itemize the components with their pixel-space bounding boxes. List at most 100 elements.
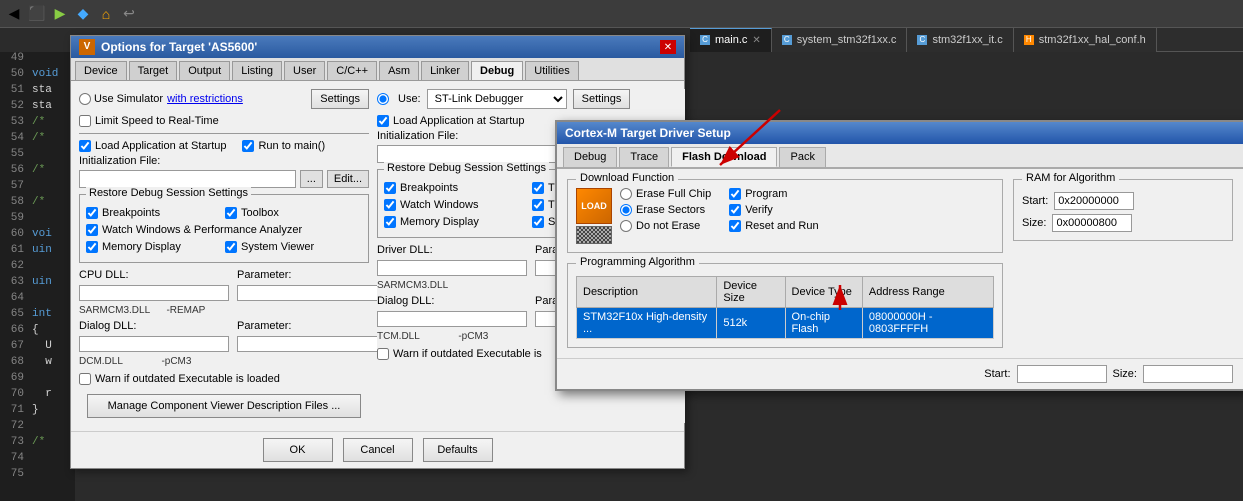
cortex-bottom-bar: Start: Size: xyxy=(557,358,1243,389)
memory-display-label: Memory Display xyxy=(102,241,181,253)
cortex-two-col: Download Function LOAD Erase Full Chip xyxy=(567,179,1233,348)
dialog-dll-input[interactable] xyxy=(79,336,229,352)
toolbox-check[interactable] xyxy=(225,207,237,219)
tab-linker[interactable]: Linker xyxy=(421,61,469,80)
erase-sectors-radio[interactable] xyxy=(620,204,632,216)
ram-size-row: Size: xyxy=(1022,214,1224,232)
right-load-app-check[interactable] xyxy=(377,115,389,127)
breakpoints-label: Breakpoints xyxy=(102,207,160,219)
right-watch-t-check[interactable] xyxy=(532,199,544,211)
run-to-main-label: Run to main() xyxy=(258,140,325,152)
right-memory-check[interactable] xyxy=(384,216,396,228)
cortex-size-input[interactable] xyxy=(1143,365,1233,383)
tab-output[interactable]: Output xyxy=(179,61,230,80)
with-restrictions-link[interactable]: with restrictions xyxy=(167,93,243,105)
tab-user[interactable]: User xyxy=(284,61,325,80)
right-t-check[interactable] xyxy=(532,182,544,194)
file-tab-conf[interactable]: H stm32f1xx_hal_conf.h xyxy=(1014,28,1157,52)
separator1 xyxy=(79,133,369,134)
code-line: 57 xyxy=(0,180,75,196)
memory-display-check[interactable] xyxy=(86,241,98,253)
load-icon2 xyxy=(576,226,612,244)
init-file-input[interactable] xyxy=(79,170,296,188)
ram-size-input[interactable] xyxy=(1052,214,1132,232)
right-watch-label: Watch Windows xyxy=(400,199,478,211)
toolbar-back-icon[interactable]: ◀ xyxy=(4,4,24,24)
reset-run-check[interactable] xyxy=(729,220,741,232)
code-line: 71} xyxy=(0,404,75,420)
cortex-start-input[interactable] xyxy=(1017,365,1107,383)
debugger-settings-btn[interactable]: Settings xyxy=(573,89,631,109)
tab-utilities[interactable]: Utilities xyxy=(525,61,578,80)
cortex-tab-debug[interactable]: Debug xyxy=(563,147,617,167)
cpu-param-input[interactable] xyxy=(237,285,387,301)
code-line: 52sta xyxy=(0,100,75,116)
toolbar-stop-icon[interactable]: ⬛ xyxy=(27,4,47,24)
file-tab-label: stm32f1xx_hal_conf.h xyxy=(1039,34,1146,46)
cortex-title-text: Cortex-M Target Driver Setup xyxy=(565,126,731,140)
file-tab-mainc[interactable]: C main.c ✕ xyxy=(690,28,772,52)
program-check[interactable] xyxy=(729,188,741,200)
system-viewer-check[interactable] xyxy=(225,241,237,253)
restore-debug-group: Restore Debug Session Settings Breakpoin… xyxy=(79,194,369,263)
restore-debug-title: Restore Debug Session Settings xyxy=(86,187,251,199)
right-watch-check[interactable] xyxy=(384,199,396,211)
tab-listing[interactable]: Listing xyxy=(232,61,282,80)
options-close-button[interactable]: ✕ xyxy=(660,40,676,54)
do-not-erase-radio[interactable] xyxy=(620,220,632,232)
toolbar-play-icon[interactable]: ▶ xyxy=(50,4,70,24)
mainc-close[interactable]: ✕ xyxy=(752,35,760,46)
driver-dll-input[interactable] xyxy=(377,260,527,276)
toolbar-diamond-icon[interactable]: ◆ xyxy=(73,4,93,24)
driver-dll-val: SARMCM3.DLL xyxy=(377,280,448,291)
manage-component-btn[interactable]: Manage Component Viewer Description File… xyxy=(87,394,361,418)
file-tabs-bar: C main.c ✕ C system_stm32f1xx.c C stm32f… xyxy=(690,28,1243,52)
use-debugger-radio[interactable] xyxy=(377,93,389,105)
right-dialog-dll-input[interactable] xyxy=(377,311,527,327)
watch-windows-check[interactable] xyxy=(86,224,98,236)
erase-sectors-row: Erase Sectors xyxy=(620,204,711,216)
algo-row-0[interactable]: STM32F10x High-density ... 512k On-chip … xyxy=(577,308,994,339)
tab-target[interactable]: Target xyxy=(129,61,178,80)
cortex-tab-pack[interactable]: Pack xyxy=(779,147,825,167)
defaults-button[interactable]: Defaults xyxy=(423,438,493,462)
cortex-tab-flash[interactable]: Flash Download xyxy=(671,147,777,167)
limit-speed-label: Limit Speed to Real-Time xyxy=(95,115,219,127)
use-simulator-radio[interactable] xyxy=(79,93,91,105)
init-browse-btn[interactable]: ... xyxy=(300,170,323,188)
use-label: Use: xyxy=(398,93,421,105)
toolbar-return-icon[interactable]: ↩ xyxy=(119,4,139,24)
cpu-dll-val: SARMCM3.DLL xyxy=(79,305,150,316)
verify-check[interactable] xyxy=(729,204,741,216)
sim-settings-btn[interactable]: Settings xyxy=(311,89,369,109)
dialog-dll-values: DCM.DLL -pCM3 xyxy=(79,356,369,367)
cortex-tab-trace[interactable]: Trace xyxy=(619,147,669,167)
tab-asm[interactable]: Asm xyxy=(379,61,419,80)
tab-device[interactable]: Device xyxy=(75,61,127,80)
ok-button[interactable]: OK xyxy=(263,438,333,462)
tab-debug[interactable]: Debug xyxy=(471,61,523,80)
tab-cpp[interactable]: C/C++ xyxy=(327,61,377,80)
breakpoints-check[interactable] xyxy=(86,207,98,219)
dialog-param-input[interactable] xyxy=(237,336,387,352)
file-tab-it[interactable]: C stm32f1xx_it.c xyxy=(907,28,1013,52)
watch-windows-label: Watch Windows & Performance Analyzer xyxy=(102,224,302,236)
ram-start-input[interactable] xyxy=(1054,192,1134,210)
warn-outdated-check[interactable] xyxy=(79,373,91,385)
right-memory-s-check[interactable] xyxy=(532,216,544,228)
debugger-select[interactable]: ST-Link Debugger xyxy=(427,89,567,109)
code-line: 73/* xyxy=(0,436,75,452)
cancel-button[interactable]: Cancel xyxy=(343,438,413,462)
erase-full-chip-radio[interactable] xyxy=(620,188,632,200)
limit-speed-check[interactable] xyxy=(79,115,91,127)
init-edit-btn[interactable]: Edit... xyxy=(327,170,369,188)
run-to-main-check[interactable] xyxy=(242,140,254,152)
right-breakpoints-check[interactable] xyxy=(384,182,396,194)
algo-addr-0: 08000000H - 0803FFFFH xyxy=(862,308,993,339)
toolbar-home-icon[interactable]: ⌂ xyxy=(96,4,116,24)
load-app-check[interactable] xyxy=(79,140,91,152)
code-line: 67 U xyxy=(0,340,75,356)
right-warn-check[interactable] xyxy=(377,348,389,360)
cpu-dll-input[interactable] xyxy=(79,285,229,301)
file-tab-system[interactable]: C system_stm32f1xx.c xyxy=(772,28,908,52)
